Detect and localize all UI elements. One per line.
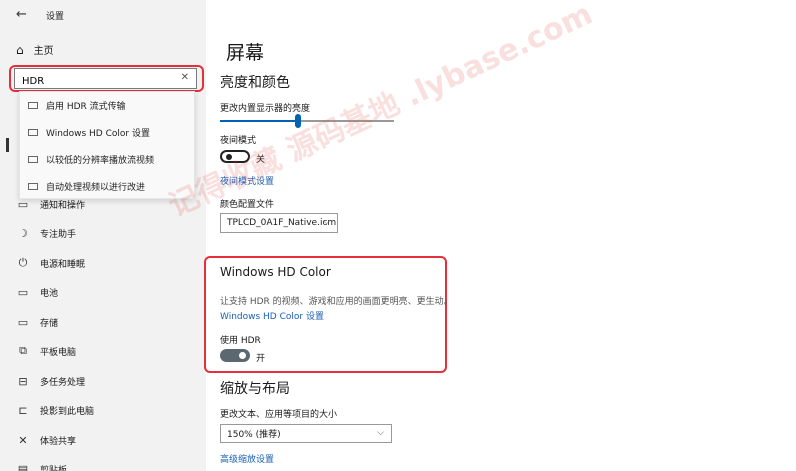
page-title: 屏幕 bbox=[226, 42, 265, 64]
search-highlight-frame bbox=[9, 65, 204, 92]
section-heading-brightness: 亮度和颜色 bbox=[220, 75, 290, 91]
night-light-label: 夜间模式 bbox=[220, 136, 257, 146]
moon-icon: ☽ bbox=[18, 226, 28, 240]
color-profile-select[interactable]: TPLCD_0A1F_Native.icm ⌵ bbox=[220, 213, 338, 233]
toggle-knob bbox=[226, 154, 232, 160]
suggestion-item[interactable]: Windows HD Color 设置 bbox=[20, 119, 194, 146]
toggle-knob bbox=[239, 352, 246, 359]
advanced-scaling-link[interactable]: 高级缩放设置 bbox=[220, 452, 274, 465]
night-light-settings-link[interactable]: 夜间模式设置 bbox=[220, 174, 274, 187]
selection-indicator bbox=[6, 138, 9, 152]
sidebar-item-label: 存储 bbox=[40, 318, 59, 329]
title-bar: ← 设置 bbox=[0, 0, 206, 30]
sidebar-item-multitasking[interactable]: ⊟ 多任务处理 bbox=[16, 373, 85, 389]
color-profile-label: 颜色配置文件 bbox=[220, 200, 275, 210]
sidebar-item-power[interactable]: ⏻ 电源和睡眠 bbox=[16, 255, 85, 271]
sidebar-item-label: 体验共享 bbox=[40, 436, 77, 447]
clipboard-icon: ▤ bbox=[17, 462, 29, 471]
back-arrow-icon[interactable]: ← bbox=[16, 7, 27, 22]
power-icon: ⏻ bbox=[18, 256, 28, 269]
sidebar-item-storage[interactable]: ▭ 存储 bbox=[16, 314, 58, 330]
section-heading-scale: 缩放与布局 bbox=[220, 381, 290, 397]
sidebar-item-projecting[interactable]: ⊏ 投影到此电脑 bbox=[16, 402, 94, 418]
sidebar-item-label: 专注助手 bbox=[40, 229, 77, 240]
night-light-toggle[interactable] bbox=[220, 150, 250, 163]
multitask-icon: ⊟ bbox=[18, 374, 28, 388]
brightness-thumb[interactable] bbox=[295, 114, 302, 128]
hdr-state: 开 bbox=[256, 354, 266, 364]
sidebar-item-label: 投影到此电脑 bbox=[40, 406, 95, 417]
sidebar-item-label: 电源和睡眠 bbox=[40, 259, 86, 270]
brightness-fill bbox=[220, 120, 299, 122]
settings-window: ← 设置 ⌂ 主页 ✕ ▭ 通知和操作 ☽ 专注助手 ⏻ 电源和睡眠 ▭ 电池 bbox=[0, 0, 796, 471]
battery-icon: ▭ bbox=[17, 285, 29, 299]
suggestion-item[interactable]: 以较低的分辨率播放流视频 bbox=[20, 146, 194, 173]
hdcolor-description: 让支持 HDR 的视频、游戏和应用的画面更明亮、更生动。 bbox=[220, 297, 453, 307]
suggestion-item[interactable]: 启用 HDR 流式传输 bbox=[20, 92, 194, 119]
hdcolor-settings-link[interactable]: Windows HD Color 设置 bbox=[220, 309, 324, 322]
hdr-toggle[interactable] bbox=[220, 349, 250, 362]
sidebar-item-label: 主页 bbox=[33, 46, 54, 57]
display-icon bbox=[28, 102, 38, 109]
storage-icon: ▭ bbox=[17, 315, 29, 329]
sidebar-item-label: 多任务处理 bbox=[40, 377, 86, 388]
suggestion-item[interactable]: 自动处理视频以进行改进 bbox=[20, 173, 194, 200]
sidebar-item-tablet[interactable]: ⧉ 平板电脑 bbox=[16, 343, 76, 359]
sidebar-item-battery[interactable]: ▭ 电池 bbox=[16, 284, 58, 300]
sidebar-item-label: 电池 bbox=[40, 288, 59, 299]
chevron-down-icon: ⌵ bbox=[323, 217, 330, 227]
scale-label: 更改文本、应用等项目的大小 bbox=[220, 410, 338, 420]
share-icon: ✕ bbox=[18, 433, 28, 447]
display-icon bbox=[28, 129, 38, 136]
home-icon: ⌂ bbox=[16, 42, 24, 57]
night-light-state: 关 bbox=[256, 155, 266, 165]
chevron-down-icon: ⌵ bbox=[377, 428, 384, 438]
display-icon bbox=[28, 183, 38, 190]
display-icon bbox=[28, 156, 38, 163]
sidebar: ← 设置 ⌂ 主页 ✕ ▭ 通知和操作 ☽ 专注助手 ⏻ 电源和睡眠 ▭ 电池 bbox=[0, 0, 206, 471]
sidebar-item-focus-assist[interactable]: ☽ 专注助手 bbox=[16, 225, 76, 241]
sidebar-item-clipboard[interactable]: ▤ 剪贴板 bbox=[16, 461, 67, 471]
app-title: 设置 bbox=[46, 12, 65, 22]
section-heading-hdcolor: Windows HD Color bbox=[220, 265, 331, 279]
search-suggestions: 启用 HDR 流式传输 Windows HD Color 设置 以较低的分辨率播… bbox=[19, 91, 195, 199]
project-icon: ⊏ bbox=[18, 403, 28, 417]
sidebar-item-label: 平板电脑 bbox=[40, 347, 77, 358]
sidebar-item-shared[interactable]: ✕ 体验共享 bbox=[16, 432, 76, 448]
brightness-slider[interactable] bbox=[220, 114, 394, 128]
sidebar-item-label: 剪贴板 bbox=[40, 465, 68, 471]
sidebar-item-home[interactable]: ⌂ 主页 bbox=[16, 42, 54, 58]
use-hdr-label: 使用 HDR bbox=[220, 336, 261, 346]
tablet-icon: ⧉ bbox=[19, 344, 27, 357]
main-panel: 屏幕 亮度和颜色 更改内置显示器的亮度 夜间模式 关 夜间模式设置 颜色配置文件… bbox=[204, 0, 796, 471]
scale-select[interactable]: 150% (推荐) ⌵ bbox=[220, 424, 392, 443]
brightness-label: 更改内置显示器的亮度 bbox=[220, 104, 311, 114]
